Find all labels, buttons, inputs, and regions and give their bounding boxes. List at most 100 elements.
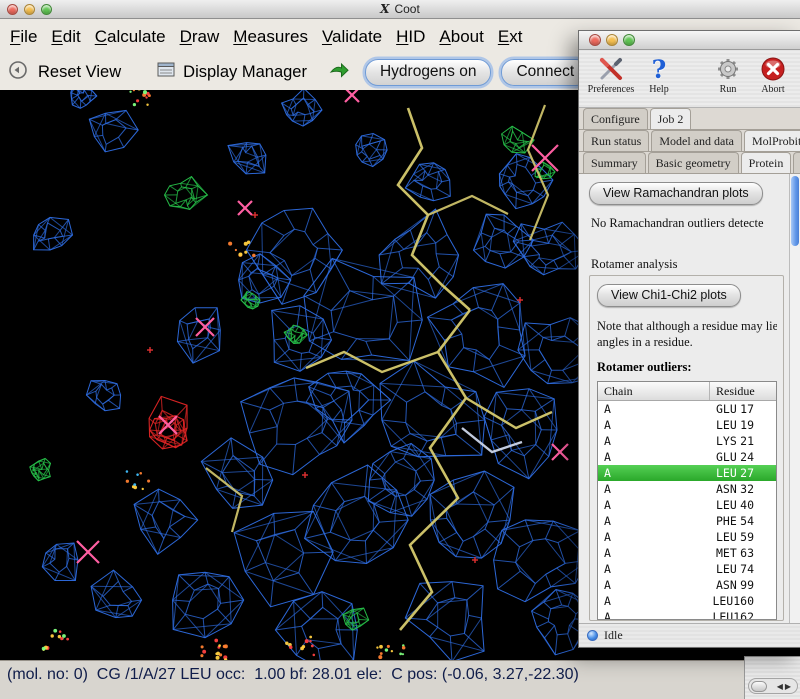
rotamer-row[interactable]: ALEU27 [598,465,776,481]
cell-chain: A [598,514,710,528]
rotamer-row[interactable]: APHE54 [598,513,776,529]
tab-c[interactable]: C [793,152,800,173]
rotamer-table: Chain Residue AGLU17ALEU19ALYS21AGLU24AL… [597,381,777,621]
tab-run-status[interactable]: Run status [583,130,649,151]
cell-residue: LEU74 [710,562,776,576]
main-status-bar: (mol. no: 0) CG /1/A/27 LEU occ: 1.00 bf… [0,660,800,699]
menu-draw[interactable]: Draw [180,27,220,47]
menu-measures[interactable]: Measures [233,27,308,47]
tab-configure[interactable]: Configure [583,108,648,129]
cell-residue: LEU19 [710,418,776,432]
rotamer-section-label: Rotamer analysis [591,257,784,272]
rotamer-row[interactable]: AASN99 [598,577,776,593]
rotamer-row[interactable]: ALEU59 [598,529,776,545]
cell-chain: A [598,610,706,620]
tab-protein[interactable]: Protein [741,152,792,174]
cell-chain: A [598,402,710,416]
dialog-status-bar: Idle [579,623,800,647]
cell-residue: LEU27 [710,466,776,480]
menu-validate[interactable]: Validate [322,27,382,47]
cell-chain: A [598,450,710,464]
abort-button[interactable]: Abort [750,55,796,95]
reset-view-icon[interactable] [8,60,28,85]
tab-basic-geometry[interactable]: Basic geometry [648,152,739,173]
dialog-toolbar: Preferences ? Help Run [579,50,800,108]
run-button[interactable]: Run [706,55,750,95]
rotamer-row[interactable]: ALYS21 [598,433,776,449]
main-titlebar[interactable]: XCoot [0,0,800,19]
rotamer-frame: View Chi1-Chi2 plots Note that although … [589,275,784,621]
rotamer-note: Note that although a residue may lie ang… [597,318,777,350]
rotamer-row[interactable]: ALEU160 [598,593,776,609]
rotamer-row[interactable]: ALEU74 [598,561,776,577]
cell-residue: LEU160 [706,594,776,608]
reset-view-button[interactable]: Reset View [38,63,121,82]
dialog-scrollbar[interactable] [789,174,800,623]
cell-chain: A [598,498,710,512]
validation-dialog: Preferences ? Help Run [578,30,800,648]
connect-button[interactable]: Connect [501,59,589,86]
rotamer-row[interactable]: AGLU17 [598,401,776,417]
ramachandran-message: No Ramachandran outliers detecte [591,216,784,231]
help-button[interactable]: ? Help [639,55,679,95]
go-arrow-icon[interactable] [329,62,349,83]
dialog-titlebar[interactable] [579,31,800,50]
cell-chain: A [598,594,706,608]
cell-residue: GLU17 [710,402,776,416]
x11-icon: X [380,2,389,16]
dialog-status-text: Idle [604,628,623,643]
h-scroll-thumb[interactable] [751,681,767,692]
preferences-button[interactable]: Preferences [583,55,639,95]
v-scroll-thumb[interactable] [791,176,799,246]
dialog-close-button[interactable] [589,34,601,46]
column-header-residue[interactable]: Residue [710,382,776,400]
rotamer-row[interactable]: ALEU19 [598,417,776,433]
display-manager-button[interactable]: Display Manager [183,63,307,82]
rotamer-table-body: AGLU17ALEU19ALYS21AGLU24ALEU27AASN32ALEU… [598,401,776,620]
menu-file[interactable]: File [10,27,37,47]
cell-residue: LEU162 [706,610,776,620]
job-tabs: ConfigureJob 2 [579,108,800,130]
cell-chain: A [598,466,710,480]
horizontal-scrollbar[interactable]: ◀▶ [748,678,798,694]
tab-summary[interactable]: Summary [583,152,646,173]
dialog-zoom-button[interactable] [623,34,635,46]
rotamer-row[interactable]: AASN32 [598,481,776,497]
menu-ext[interactable]: Ext [498,27,523,47]
display-manager-icon[interactable] [157,62,175,83]
protein-validation-panel: View Ramachandran plots No Ramachandran … [579,174,800,623]
cell-residue: PHE54 [710,514,776,528]
cell-chain: A [598,418,710,432]
column-header-chain[interactable]: Chain [598,382,710,400]
cell-chain: A [598,546,710,560]
view-chi-plots-button[interactable]: View Chi1-Chi2 plots [597,284,741,307]
cell-residue: GLU24 [710,450,776,464]
hydrogens-toggle-button[interactable]: Hydrogens on [365,59,492,86]
cell-chain: A [598,434,710,448]
scroll-right-arrow-icon[interactable]: ▶ [785,682,793,691]
abort-icon [760,55,786,83]
tab-job-2[interactable]: Job 2 [650,108,692,130]
menu-hid[interactable]: HID [396,27,425,47]
cell-chain: A [598,530,710,544]
rotamer-row[interactable]: ALEU40 [598,497,776,513]
atom-status-text: (mol. no: 0) CG /1/A/27 LEU occ: 1.00 bf… [7,666,579,683]
dialog-minimize-button[interactable] [606,34,618,46]
tab-molprobit[interactable]: MolProbit [744,130,800,152]
category-tabs: SummaryBasic geometryProteinC [579,152,800,174]
cell-chain: A [598,482,710,496]
tab-model-and-data[interactable]: Model and data [651,130,742,151]
rotamer-row[interactable]: ALEU162 [598,609,776,620]
rotamer-row[interactable]: AGLU24 [598,449,776,465]
cell-residue: LYS21 [710,434,776,448]
scroll-left-arrow-icon[interactable]: ◀ [777,682,785,691]
cell-residue: ASN99 [710,578,776,592]
help-icon: ? [652,55,667,83]
section-tabs: Run statusModel and dataMolProbit [579,130,800,152]
menu-about[interactable]: About [439,27,483,47]
view-ramachandran-button[interactable]: View Ramachandran plots [589,182,763,205]
menu-calculate[interactable]: Calculate [95,27,166,47]
menu-edit[interactable]: Edit [51,27,80,47]
cell-residue: ASN32 [710,482,776,496]
rotamer-row[interactable]: AMET63 [598,545,776,561]
